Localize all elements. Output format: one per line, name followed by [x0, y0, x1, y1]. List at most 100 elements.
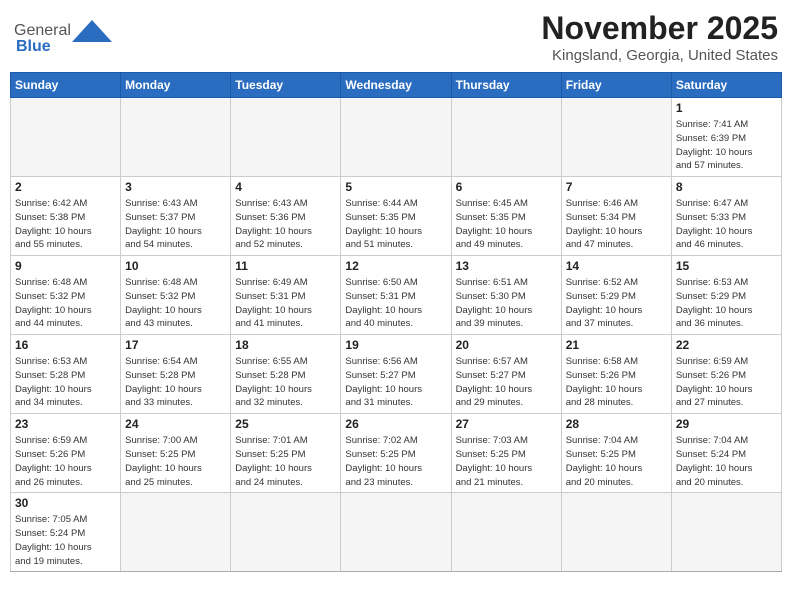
day-info: Sunrise: 6:43 AM Sunset: 5:36 PM Dayligh…	[235, 197, 336, 252]
day-of-week-header: Friday	[561, 73, 671, 98]
calendar-cell	[451, 98, 561, 177]
calendar-table: SundayMondayTuesdayWednesdayThursdayFrid…	[10, 72, 782, 572]
day-of-week-header: Sunday	[11, 73, 121, 98]
day-number: 11	[235, 259, 336, 273]
day-info: Sunrise: 6:42 AM Sunset: 5:38 PM Dayligh…	[15, 197, 116, 252]
day-info: Sunrise: 7:01 AM Sunset: 5:25 PM Dayligh…	[235, 434, 336, 489]
page-header: General Blue November 2025 Kingsland, Ge…	[10, 10, 782, 64]
calendar-cell: 30 Sunrise: 7:05 AM Sunset: 5:24 PM Dayli…	[11, 493, 121, 572]
logo-blue-icon	[72, 20, 112, 42]
day-number: 3	[125, 180, 226, 194]
day-number: 1	[676, 101, 777, 115]
calendar-cell	[231, 98, 341, 177]
calendar-cell: 25 Sunrise: 7:01 AM Sunset: 5:25 PM Dayli…	[231, 414, 341, 493]
day-info: Sunrise: 6:56 AM Sunset: 5:27 PM Dayligh…	[345, 355, 446, 410]
calendar-cell: 10 Sunrise: 6:48 AM Sunset: 5:32 PM Dayli…	[121, 256, 231, 335]
day-of-week-header: Thursday	[451, 73, 561, 98]
calendar-cell	[231, 493, 341, 572]
day-info: Sunrise: 6:51 AM Sunset: 5:30 PM Dayligh…	[456, 276, 557, 331]
day-info: Sunrise: 6:46 AM Sunset: 5:34 PM Dayligh…	[566, 197, 667, 252]
calendar-cell	[671, 493, 781, 572]
day-info: Sunrise: 6:47 AM Sunset: 5:33 PM Dayligh…	[676, 197, 777, 252]
calendar-cell: 4 Sunrise: 6:43 AM Sunset: 5:36 PM Daylig…	[231, 177, 341, 256]
day-number: 16	[15, 338, 116, 352]
day-info: Sunrise: 6:59 AM Sunset: 5:26 PM Dayligh…	[15, 434, 116, 489]
calendar-cell: 14 Sunrise: 6:52 AM Sunset: 5:29 PM Dayli…	[561, 256, 671, 335]
title-block: November 2025 Kingsland, Georgia, United…	[541, 10, 778, 64]
day-of-week-header: Tuesday	[231, 73, 341, 98]
day-info: Sunrise: 6:48 AM Sunset: 5:32 PM Dayligh…	[15, 276, 116, 331]
day-info: Sunrise: 6:50 AM Sunset: 5:31 PM Dayligh…	[345, 276, 446, 331]
day-info: Sunrise: 6:49 AM Sunset: 5:31 PM Dayligh…	[235, 276, 336, 331]
day-number: 2	[15, 180, 116, 194]
day-number: 22	[676, 338, 777, 352]
day-number: 4	[235, 180, 336, 194]
day-info: Sunrise: 7:05 AM Sunset: 5:24 PM Dayligh…	[15, 513, 116, 568]
calendar-cell: 22 Sunrise: 6:59 AM Sunset: 5:26 PM Dayli…	[671, 335, 781, 414]
day-number: 21	[566, 338, 667, 352]
day-number: 18	[235, 338, 336, 352]
calendar-cell	[561, 98, 671, 177]
calendar-cell: 8 Sunrise: 6:47 AM Sunset: 5:33 PM Daylig…	[671, 177, 781, 256]
calendar-cell: 11 Sunrise: 6:49 AM Sunset: 5:31 PM Dayli…	[231, 256, 341, 335]
calendar-cell: 29Sunrise: 7:04 AM Sunset: 5:24 PM Dayli…	[671, 414, 781, 493]
day-info: Sunrise: 6:57 AM Sunset: 5:27 PM Dayligh…	[456, 355, 557, 410]
day-info: Sunrise: 6:48 AM Sunset: 5:32 PM Dayligh…	[125, 276, 226, 331]
day-of-week-header: Monday	[121, 73, 231, 98]
calendar-cell: 20 Sunrise: 6:57 AM Sunset: 5:27 PM Dayli…	[451, 335, 561, 414]
location-title: Kingsland, Georgia, United States	[541, 47, 778, 64]
day-info: Sunrise: 7:04 AM Sunset: 5:25 PM Dayligh…	[566, 434, 667, 489]
day-info: Sunrise: 7:41 AM Sunset: 6:39 PM Dayligh…	[676, 118, 777, 173]
calendar-cell	[341, 98, 451, 177]
day-number: 14	[566, 259, 667, 273]
day-number: 24	[125, 417, 226, 431]
day-number: 17	[125, 338, 226, 352]
calendar-cell: 16 Sunrise: 6:53 AM Sunset: 5:28 PM Dayli…	[11, 335, 121, 414]
calendar-cell: 23Sunrise: 6:59 AM Sunset: 5:26 PM Dayli…	[11, 414, 121, 493]
logo: General Blue	[14, 20, 112, 56]
day-number: 20	[456, 338, 557, 352]
calendar-cell: 1 Sunrise: 7:41 AM Sunset: 6:39 PM Daylig…	[671, 98, 781, 177]
day-info: Sunrise: 7:03 AM Sunset: 5:25 PM Dayligh…	[456, 434, 557, 489]
day-number: 29	[676, 417, 777, 431]
calendar-cell	[561, 493, 671, 572]
day-info: Sunrise: 6:52 AM Sunset: 5:29 PM Dayligh…	[566, 276, 667, 331]
day-info: Sunrise: 6:58 AM Sunset: 5:26 PM Dayligh…	[566, 355, 667, 410]
calendar-cell: 19 Sunrise: 6:56 AM Sunset: 5:27 PM Dayli…	[341, 335, 451, 414]
calendar-cell: 24 Sunrise: 7:00 AM Sunset: 5:25 PM Dayli…	[121, 414, 231, 493]
day-info: Sunrise: 6:55 AM Sunset: 5:28 PM Dayligh…	[235, 355, 336, 410]
day-number: 10	[125, 259, 226, 273]
day-number: 13	[456, 259, 557, 273]
day-number: 6	[456, 180, 557, 194]
calendar-cell: 18 Sunrise: 6:55 AM Sunset: 5:28 PM Dayli…	[231, 335, 341, 414]
day-info: Sunrise: 6:59 AM Sunset: 5:26 PM Dayligh…	[676, 355, 777, 410]
day-number: 15	[676, 259, 777, 273]
day-info: Sunrise: 6:53 AM Sunset: 5:28 PM Dayligh…	[15, 355, 116, 410]
calendar-cell	[11, 98, 121, 177]
day-number: 12	[345, 259, 446, 273]
month-title: November 2025	[541, 10, 778, 47]
logo-blue-text: Blue	[16, 38, 51, 56]
day-info: Sunrise: 6:43 AM Sunset: 5:37 PM Dayligh…	[125, 197, 226, 252]
day-info: Sunrise: 6:45 AM Sunset: 5:35 PM Dayligh…	[456, 197, 557, 252]
day-number: 30	[15, 496, 116, 510]
day-info: Sunrise: 6:44 AM Sunset: 5:35 PM Dayligh…	[345, 197, 446, 252]
day-number: 28	[566, 417, 667, 431]
calendar-cell: 27Sunrise: 7:03 AM Sunset: 5:25 PM Dayli…	[451, 414, 561, 493]
day-info: Sunrise: 7:00 AM Sunset: 5:25 PM Dayligh…	[125, 434, 226, 489]
day-number: 7	[566, 180, 667, 194]
calendar-cell: 26Sunrise: 7:02 AM Sunset: 5:25 PM Dayli…	[341, 414, 451, 493]
calendar-header-row: SundayMondayTuesdayWednesdayThursdayFrid…	[11, 73, 782, 98]
calendar-cell: 9 Sunrise: 6:48 AM Sunset: 5:32 PM Daylig…	[11, 256, 121, 335]
day-number: 5	[345, 180, 446, 194]
calendar-cell	[451, 493, 561, 572]
calendar-cell: 5 Sunrise: 6:44 AM Sunset: 5:35 PM Daylig…	[341, 177, 451, 256]
day-number: 19	[345, 338, 446, 352]
day-info: Sunrise: 6:53 AM Sunset: 5:29 PM Dayligh…	[676, 276, 777, 331]
day-info: Sunrise: 6:54 AM Sunset: 5:28 PM Dayligh…	[125, 355, 226, 410]
day-number: 25	[235, 417, 336, 431]
day-number: 8	[676, 180, 777, 194]
day-number: 9	[15, 259, 116, 273]
day-of-week-header: Wednesday	[341, 73, 451, 98]
calendar-cell: 7 Sunrise: 6:46 AM Sunset: 5:34 PM Daylig…	[561, 177, 671, 256]
